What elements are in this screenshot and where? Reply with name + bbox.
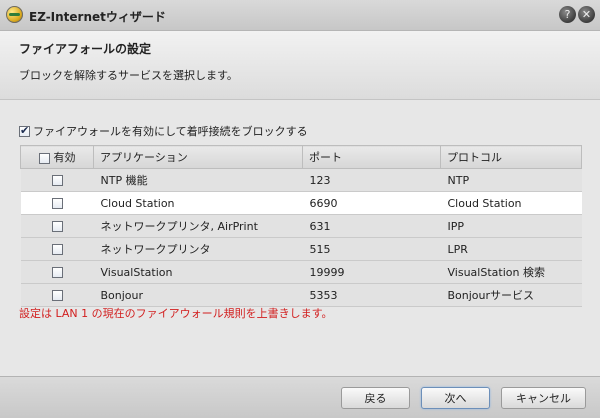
row-application: Cloud Station (93, 191, 303, 215)
cancel-button[interactable]: キャンセル (501, 387, 586, 409)
row-enable-checkbox[interactable] (51, 290, 63, 301)
window-title: EZ-Internetウィザード (29, 10, 166, 24)
row-enable-checkbox[interactable] (51, 175, 63, 186)
column-header-enabled[interactable]: 有効 (20, 145, 94, 169)
table-row-selected[interactable]: Cloud Station 6690 Cloud Station (20, 191, 582, 215)
row-protocol: VisualStation 検索 (440, 260, 582, 284)
wizard-header: ファイアフォールの設定 ブロックを解除するサービスを選択します。 (0, 31, 600, 100)
table-row[interactable]: ネットワークプリンタ, AirPrint 631 IPP (20, 214, 582, 238)
row-protocol: IPP (440, 214, 582, 238)
row-port: 6690 (302, 191, 441, 215)
row-protocol: NTP (440, 168, 582, 192)
row-port: 19999 (302, 260, 441, 284)
column-header-protocol[interactable]: プロトコル (440, 145, 582, 169)
row-enable-checkbox[interactable] (51, 221, 63, 232)
row-application: ネットワークプリンタ (93, 237, 303, 261)
table-row[interactable]: Bonjour 5353 Bonjourサービス (20, 283, 582, 307)
row-enable-checkbox[interactable] (51, 267, 63, 278)
table-header-row: 有効 アプリケーション ポート プロトコル (20, 145, 582, 169)
row-port: 123 (302, 168, 441, 192)
select-all-checkbox[interactable] (39, 152, 50, 164)
firewall-enable-checkbox[interactable] (19, 124, 30, 137)
service-table: 有効 アプリケーション ポート プロトコル NTP 機能 123 NTP Clo… (20, 145, 582, 307)
row-enable-checkbox[interactable] (51, 244, 63, 255)
row-port: 631 (302, 214, 441, 238)
overwrite-warning: 設定は LAN 1 の現在のファイアウォール規則を上書きします。 (19, 307, 333, 320)
help-icon[interactable]: ? (559, 6, 576, 23)
wizard-footer: 戻る 次へ キャンセル (0, 376, 600, 418)
firewall-enable-row[interactable]: ファイアウォールを有効にして着呼接続をブロックする (19, 123, 308, 139)
row-port: 5353 (302, 283, 441, 307)
column-header-application[interactable]: アプリケーション (93, 145, 303, 169)
row-protocol: Bonjourサービス (440, 283, 582, 307)
table-row[interactable]: NTP 機能 123 NTP (20, 168, 582, 192)
row-port: 515 (302, 237, 441, 261)
wizard-app-icon (6, 6, 23, 23)
next-button[interactable]: 次へ (421, 387, 490, 409)
firewall-enable-label: ファイアウォールを有効にして着呼接続をブロックする (33, 125, 308, 138)
row-enable-checkbox[interactable] (51, 198, 63, 209)
row-application: VisualStation (93, 260, 303, 284)
title-bar: EZ-Internetウィザード ? ✕ (0, 0, 600, 31)
row-protocol: Cloud Station (440, 191, 582, 215)
row-application: ネットワークプリンタ, AirPrint (93, 214, 303, 238)
table-row[interactable]: VisualStation 19999 VisualStation 検索 (20, 260, 582, 284)
close-icon[interactable]: ✕ (578, 6, 595, 23)
page-subtitle: ブロックを解除するサービスを選択します。 (19, 69, 238, 82)
wizard-window: EZ-Internetウィザード ? ✕ ファイアフォールの設定 ブロックを解除… (0, 0, 600, 418)
back-button[interactable]: 戻る (341, 387, 410, 409)
row-application: NTP 機能 (93, 168, 303, 192)
page-title: ファイアフォールの設定 (19, 42, 152, 56)
column-header-port[interactable]: ポート (302, 145, 441, 169)
row-application: Bonjour (93, 283, 303, 307)
table-row[interactable]: ネットワークプリンタ 515 LPR (20, 237, 582, 261)
row-protocol: LPR (440, 237, 582, 261)
